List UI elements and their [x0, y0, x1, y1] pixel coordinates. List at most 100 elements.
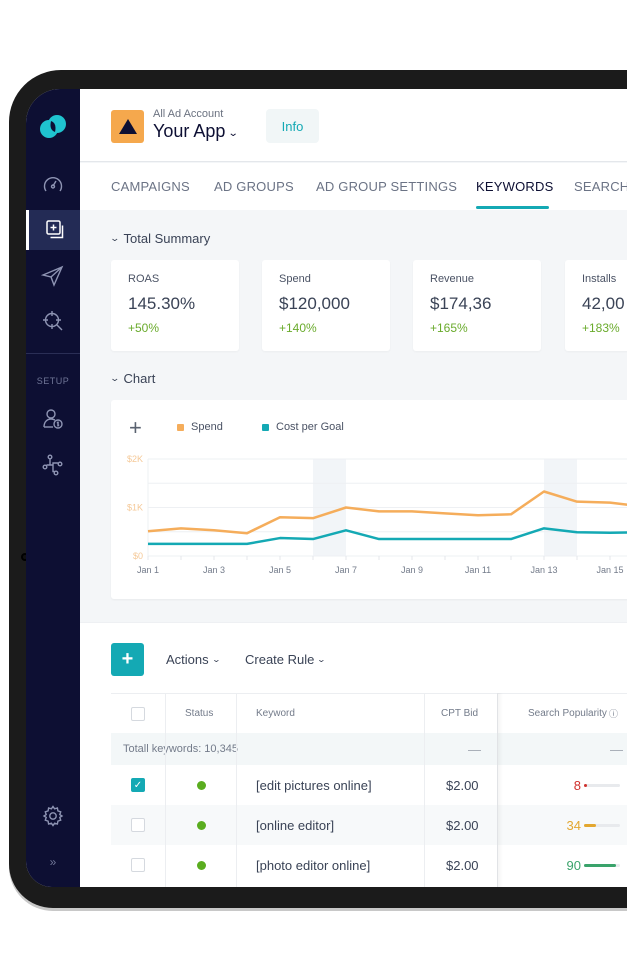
- tab-campaigns[interactable]: CAMPAIGNS: [111, 179, 190, 194]
- search-popularity-meter: [576, 805, 620, 845]
- sidebar-item-ad-groups[interactable]: [26, 210, 80, 250]
- card-label: Installs: [582, 273, 617, 285]
- x-tick-label: Jan 11: [465, 565, 491, 575]
- legend-label: Cost per Goal: [276, 421, 344, 433]
- add-metric-button[interactable]: +: [129, 415, 142, 441]
- status-cell: [197, 845, 206, 885]
- legend-item-spend[interactable]: Spend: [177, 421, 223, 433]
- add-keyword-button[interactable]: +: [111, 643, 144, 676]
- sidebar-expand-button[interactable]: »: [26, 855, 80, 869]
- legend-swatch-spend: [177, 423, 184, 431]
- chevron-down-icon: ⌄: [109, 233, 121, 243]
- keyword-cell[interactable]: [online editor]: [256, 805, 334, 845]
- sidebar-item-campaigns[interactable]: [26, 256, 80, 296]
- status-cell: [197, 805, 206, 845]
- total-summary-toggle[interactable]: ⌄ Total Summary: [109, 231, 211, 246]
- column-header-keyword[interactable]: Keyword: [256, 694, 295, 733]
- table-row[interactable]: ✓ [edit pictures online] $2.00 8: [111, 765, 627, 805]
- targeting-crosshair-icon: [43, 311, 63, 331]
- card-change: +50%: [128, 321, 160, 335]
- triangle-logo-icon: [118, 119, 137, 134]
- column-header-status[interactable]: Status: [185, 694, 213, 733]
- actions-label: Actions: [166, 652, 209, 667]
- tab-ad-group-settings[interactable]: AD GROUP SETTINGS: [316, 179, 457, 194]
- summary-card-revenue[interactable]: Revenue $174,36 +165%: [413, 260, 541, 351]
- sidebar-item-billing[interactable]: [26, 399, 80, 439]
- status-active-dot: [197, 860, 206, 870]
- x-tick-label: Jan 13: [530, 565, 557, 575]
- ad-groups-stack-icon: [45, 220, 63, 239]
- tab-keywords[interactable]: KEYWORDS: [476, 179, 553, 194]
- sidebar-item-settings[interactable]: [26, 796, 80, 836]
- sidebar-item-dashboard[interactable]: [26, 165, 80, 205]
- row-checkbox[interactable]: [131, 818, 145, 832]
- y-tick-label: $0: [133, 551, 143, 561]
- card-label: ROAS: [128, 273, 160, 285]
- status-active-dot: [197, 780, 206, 790]
- billing-user-icon: [43, 409, 63, 429]
- popularity-bar-track: [584, 823, 620, 827]
- total-keywords-label: Totall keywords: 10,345: [123, 743, 238, 755]
- cpt-bid-cell[interactable]: $2.00: [446, 845, 479, 885]
- row-checkbox[interactable]: ✓: [131, 778, 145, 792]
- x-tick-label: Jan 15: [596, 565, 623, 575]
- card-value: $120,000: [279, 294, 350, 313]
- create-rule-label: Create Rule: [245, 652, 315, 667]
- cpt-bid-cell[interactable]: $2.00: [446, 765, 479, 805]
- chart-section-title: Chart: [123, 371, 156, 386]
- column-divider: [165, 693, 166, 887]
- app-icon[interactable]: [111, 110, 144, 143]
- sidebar-item-targeting[interactable]: [26, 301, 80, 341]
- select-all-checkbox[interactable]: [131, 706, 145, 721]
- card-label: Spend: [279, 273, 311, 285]
- card-value: 145.30%: [128, 294, 196, 313]
- app-screen: SETUP » All Ad Account Your App ⌄ Info C…: [26, 89, 627, 887]
- chevron-down-icon: ⌄: [211, 655, 221, 664]
- main-content: All Ad Account Your App ⌄ Info CAMPAIGNS…: [80, 89, 627, 887]
- info-button[interactable]: Info: [266, 109, 319, 143]
- actions-dropdown[interactable]: Actions ⌄: [166, 652, 221, 667]
- card-change: +165%: [430, 321, 468, 335]
- row-select-cell: [131, 805, 145, 845]
- status-active-dot: [197, 820, 206, 830]
- column-divider: [236, 693, 237, 887]
- summary-card-roas[interactable]: ROAS 145.30% +50%: [111, 260, 239, 351]
- summary-card-installs[interactable]: Installs 42,00 +183%: [565, 260, 627, 351]
- app-selector[interactable]: Your App ⌄: [153, 121, 239, 142]
- create-rule-dropdown[interactable]: Create Rule ⌄: [245, 652, 326, 667]
- help-circle-icon[interactable]: ⓘ: [609, 707, 618, 720]
- sticky-column-shadow: [497, 693, 503, 887]
- popularity-bar-fill: [584, 823, 597, 827]
- chart-section-toggle[interactable]: ⌄ Chart: [109, 371, 156, 386]
- legend-label: Spend: [191, 421, 223, 433]
- tab-search[interactable]: SEARCH: [574, 179, 627, 194]
- select-all-cell: [131, 694, 145, 733]
- table-header-row: Status Keyword CPT Bid Search Popularity…: [111, 693, 627, 733]
- dashboard-gauge-icon: [43, 176, 63, 192]
- brand-logo-icon[interactable]: [39, 114, 67, 140]
- column-header-cpt-bid[interactable]: CPT Bid: [441, 694, 478, 733]
- summary-card-spend[interactable]: Spend $120,000 +140%: [262, 260, 390, 351]
- keyword-cell[interactable]: [edit pictures online]: [256, 765, 372, 805]
- table-row[interactable]: [online editor] $2.00 34: [111, 805, 627, 845]
- search-popularity-meter: [576, 845, 620, 885]
- legend-item-cost-per-goal[interactable]: Cost per Goal: [262, 421, 344, 433]
- x-tick-label: Jan 9: [401, 565, 423, 575]
- total-summary-title: Total Summary: [123, 231, 211, 246]
- tab-bar: CAMPAIGNS AD GROUPS AD GROUP SETTINGS KE…: [80, 163, 627, 210]
- keyword-cell[interactable]: [photo editor online]: [256, 845, 370, 885]
- chart-panel: Jan 1 Jan 3 Jan 5 Jan 7 Jan 9 Jan 11 Jan 13 Jan…: [111, 400, 627, 599]
- tab-ad-groups[interactable]: AD GROUPS: [214, 179, 294, 194]
- x-tick-label: Jan 1: [137, 565, 159, 575]
- card-change: +140%: [279, 321, 317, 335]
- sidebar-item-integrations[interactable]: [26, 445, 80, 485]
- y-tick-label: $2K: [127, 454, 143, 464]
- search-popularity-label: Search Popularity: [528, 708, 607, 719]
- legend-swatch-cost-per-goal: [262, 423, 269, 431]
- card-value: 42,00: [582, 294, 625, 313]
- column-header-search-popularity[interactable]: Search Popularity ⓘ: [528, 694, 618, 733]
- table-row[interactable]: [photo editor online] $2.00 90: [111, 845, 627, 885]
- sidebar-setup-label: SETUP: [36, 376, 70, 386]
- cpt-bid-cell[interactable]: $2.00: [446, 805, 479, 845]
- row-checkbox[interactable]: [131, 858, 145, 872]
